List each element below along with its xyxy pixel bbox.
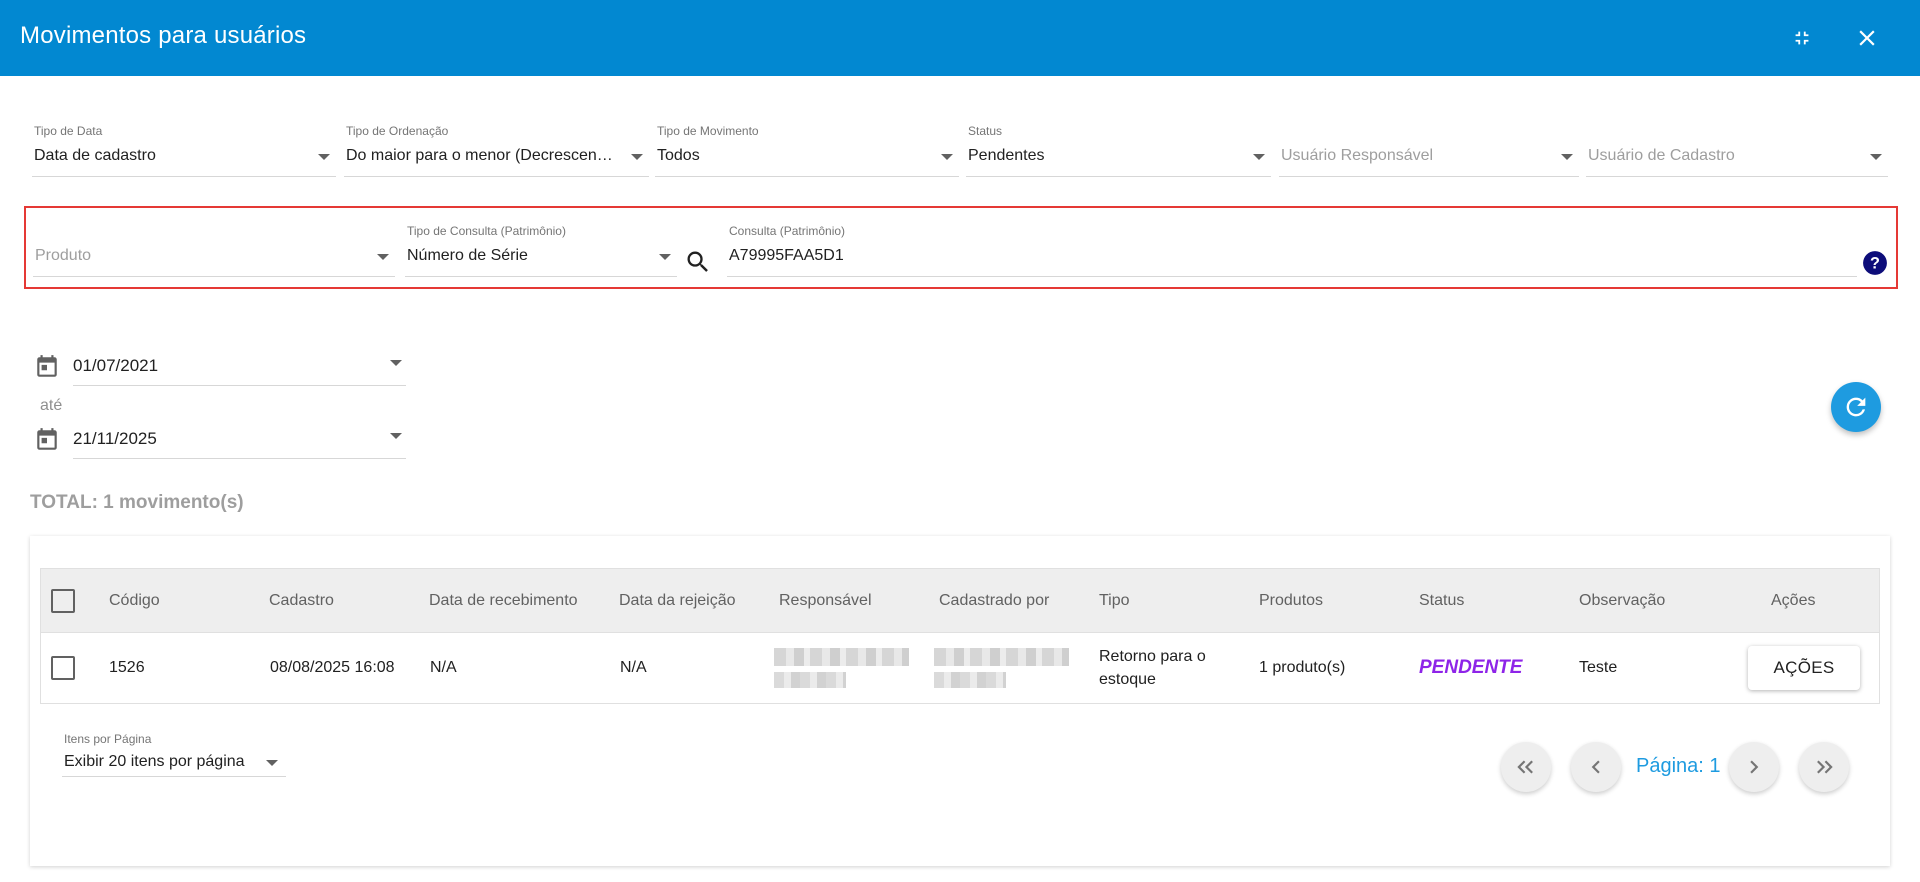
tipo-ordenacao-label: Tipo de Ordenação xyxy=(346,124,449,138)
chevron-down-icon xyxy=(1870,154,1882,160)
close-button[interactable] xyxy=(1849,20,1885,56)
window-title: Movimentos para usuários xyxy=(20,22,307,49)
acoes-button[interactable]: AÇÕES xyxy=(1748,646,1860,690)
movements-table: Código Cadastro Data de recebimento Data… xyxy=(40,568,1880,704)
chevron-down-icon xyxy=(390,360,402,366)
usuario-responsavel-placeholder: Usuário Responsável xyxy=(1281,147,1434,164)
row-checkbox[interactable] xyxy=(51,656,75,680)
usuario-cadastro-select[interactable]: Usuário de Cadastro xyxy=(1586,124,1888,177)
items-per-page-label: Itens por Página xyxy=(64,732,152,746)
consulta-input[interactable]: Consulta (Patrimônio) A79995FAA5D1 xyxy=(727,224,1857,277)
previous-page-button[interactable] xyxy=(1571,742,1621,792)
cell-observacao: Teste xyxy=(1579,659,1618,676)
tipo-consulta-select[interactable]: Tipo de Consulta (Patrimônio) Número de … xyxy=(405,224,677,277)
end-date-value: 21/11/2025 xyxy=(73,429,157,448)
col-responsavel: Responsável xyxy=(779,591,872,609)
cell-codigo: 1526 xyxy=(109,659,145,676)
chevron-down-icon xyxy=(377,254,389,260)
total-count: TOTAL: 1 movimento(s) xyxy=(30,492,244,513)
items-per-page-select[interactable]: Itens por Página Exibir 20 itens por pág… xyxy=(62,732,286,777)
page-indicator: Página: 1 xyxy=(1636,755,1721,777)
tipo-ordenacao-value: Do maior para o menor (Decrescen… xyxy=(346,147,613,164)
next-page-button[interactable] xyxy=(1729,742,1779,792)
calendar-icon xyxy=(37,428,57,450)
search-icon xyxy=(687,251,708,272)
cell-produtos: 1 produto(s) xyxy=(1259,659,1346,676)
status-badge: PENDENTE xyxy=(1419,657,1523,678)
chevron-left-icon xyxy=(1591,760,1600,774)
double-chevron-right-icon xyxy=(1817,760,1833,774)
col-observacao: Observação xyxy=(1579,591,1666,609)
chevron-down-icon xyxy=(266,760,278,766)
status-label: Status xyxy=(968,124,1003,138)
chevron-down-icon xyxy=(941,154,953,160)
fullscreen-exit-button[interactable] xyxy=(1784,20,1820,56)
end-date-picker[interactable]: 21/11/2025 xyxy=(34,415,406,459)
tipo-data-label: Tipo de Data xyxy=(34,124,103,138)
cell-cadastrado-por xyxy=(934,633,1069,703)
help-button[interactable]: ? xyxy=(1862,250,1888,276)
calendar-icon xyxy=(37,355,57,377)
tipo-data-select[interactable]: Tipo de Data Data de cadastro xyxy=(32,124,336,177)
col-status: Status xyxy=(1419,591,1465,609)
select-all-checkbox[interactable] xyxy=(51,588,75,613)
tipo-movimento-label: Tipo de Movimento xyxy=(657,124,759,138)
col-cadastro: Cadastro xyxy=(269,591,334,609)
cell-cadastro: 08/08/2025 16:08 xyxy=(270,659,395,676)
status-select[interactable]: Status Pendentes xyxy=(966,124,1271,177)
close-icon xyxy=(1859,30,1875,46)
fullscreen-exit-icon xyxy=(1795,31,1809,45)
tipo-consulta-label: Tipo de Consulta (Patrimônio) xyxy=(407,224,566,238)
cell-recebimento: N/A xyxy=(430,659,457,676)
refresh-button[interactable] xyxy=(1831,382,1881,432)
cell-tipo: Retorno para o estoque xyxy=(1099,648,1206,688)
title-bar: Movimentos para usuários xyxy=(0,0,1920,76)
chevron-down-icon xyxy=(659,254,671,260)
start-date-picker[interactable]: 01/07/2021 xyxy=(34,342,406,386)
items-per-page-value: Exibir 20 itens por página xyxy=(64,753,245,770)
consulta-label: Consulta (Patrimônio) xyxy=(729,224,846,238)
col-rejeicao: Data da rejeição xyxy=(619,591,736,609)
tipo-ordenacao-select[interactable]: Tipo de Ordenação Do maior para o menor … xyxy=(344,124,649,177)
chevron-right-icon xyxy=(1750,760,1759,774)
table-header: Código Cadastro Data de recebimento Data… xyxy=(41,569,1879,633)
chevron-down-icon xyxy=(631,154,643,160)
refresh-icon xyxy=(1846,397,1866,417)
tipo-data-value: Data de cadastro xyxy=(34,147,156,164)
svg-text:?: ? xyxy=(1870,254,1880,272)
col-tipo: Tipo xyxy=(1099,591,1130,609)
produto-placeholder: Produto xyxy=(35,247,92,264)
usuario-cadastro-placeholder: Usuário de Cadastro xyxy=(1588,147,1735,164)
date-separator: até xyxy=(40,397,63,414)
col-recebimento: Data de recebimento xyxy=(429,591,578,609)
col-produtos: Produtos xyxy=(1259,591,1324,609)
tipo-consulta-value: Número de Série xyxy=(407,247,528,264)
usuario-responsavel-select[interactable]: Usuário Responsável xyxy=(1279,124,1579,177)
chevron-down-icon xyxy=(390,433,402,439)
tipo-movimento-select[interactable]: Tipo de Movimento Todos xyxy=(655,124,959,177)
col-codigo: Código xyxy=(109,591,160,609)
table-row[interactable]: 1526 08/08/2025 16:08 N/A N/A Retorno pa… xyxy=(41,633,1879,703)
last-page-button[interactable] xyxy=(1799,742,1849,792)
double-chevron-left-icon xyxy=(1517,760,1533,774)
help-icon: ? xyxy=(1863,251,1887,275)
col-acoes: Ações xyxy=(1771,591,1816,609)
results-card: Código Cadastro Data de recebimento Data… xyxy=(30,536,1890,866)
col-cadastrado-por: Cadastrado por xyxy=(939,591,1050,609)
search-button[interactable] xyxy=(684,248,712,276)
chevron-down-icon xyxy=(1253,154,1265,160)
start-date-value: 01/07/2021 xyxy=(73,356,159,375)
tipo-movimento-value: Todos xyxy=(657,147,700,164)
cell-rejeicao: N/A xyxy=(620,659,647,676)
chevron-down-icon xyxy=(1561,154,1573,160)
consulta-value: A79995FAA5D1 xyxy=(729,247,844,264)
chevron-down-icon xyxy=(318,154,330,160)
cell-responsavel xyxy=(774,633,909,703)
first-page-button[interactable] xyxy=(1501,742,1551,792)
produto-select[interactable]: Produto xyxy=(33,224,395,277)
status-value: Pendentes xyxy=(968,147,1045,164)
